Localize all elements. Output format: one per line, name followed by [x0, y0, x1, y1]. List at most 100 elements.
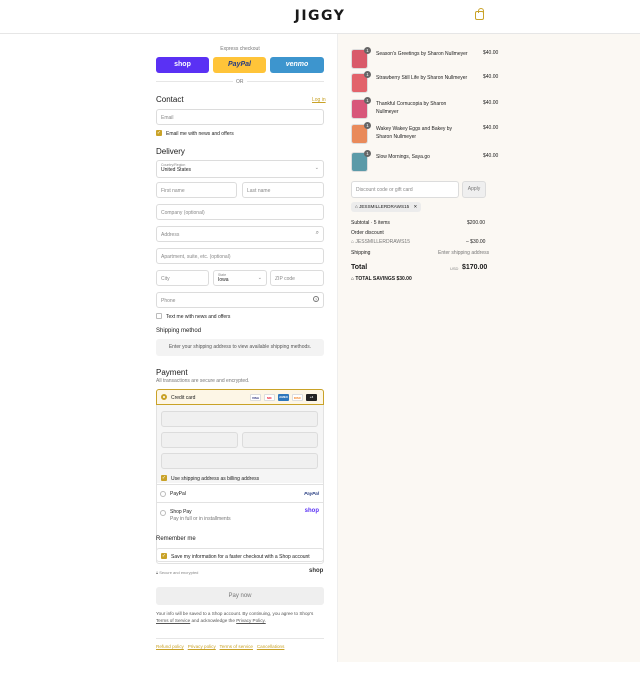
refund-policy-link[interactable]: Refund policy: [156, 644, 184, 649]
order-summary: 1 Season's Greetings by Sharon Nullmeyer…: [337, 34, 640, 662]
payment-heading: Payment: [156, 368, 188, 377]
remove-discount-icon[interactable]: ✕: [413, 204, 417, 209]
subtotal-value: $200.00: [467, 220, 486, 226]
billing-checkbox[interactable]: ✓: [161, 475, 167, 481]
cart-item: 1 Thankful Cornucopia by Sharon Nullmeye…: [351, 97, 498, 121]
cancellations-link[interactable]: Cancellations: [257, 644, 285, 649]
tag-icon: ⌂: [355, 204, 358, 209]
paypal-radio[interactable]: [160, 491, 166, 497]
discover-icon: DISC: [292, 394, 303, 401]
shop-pay-express-button[interactable]: shop: [156, 57, 209, 73]
card-expiry-field[interactable]: [161, 432, 238, 448]
cart-item: 1 Slow Mornings, Saya.go $40.00: [351, 150, 498, 174]
shop-pay-sub: Pay in full or in installments: [170, 516, 231, 522]
country-select[interactable]: Country/Region United States ⌄: [156, 160, 324, 178]
shipping-notice: Enter your shipping address to view avai…: [156, 339, 324, 356]
last-name-field[interactable]: Last name: [242, 182, 324, 198]
privacy-policy-link[interactable]: Privacy policy: [188, 644, 216, 649]
contact-heading: Contact: [156, 95, 184, 104]
paypal-express-button[interactable]: PayPal: [213, 57, 266, 73]
subtotal-label: Subtotal · 5 items: [351, 220, 390, 226]
remember-heading: Remember me: [156, 536, 196, 542]
email-news-checkbox[interactable]: ✓: [156, 130, 162, 136]
item-price: $40.00: [483, 50, 499, 56]
discount-code-field[interactable]: Discount code or gift card: [351, 181, 459, 198]
paypal-option[interactable]: PayPal PayPal: [156, 484, 324, 502]
zip-field[interactable]: ZIP code: [270, 270, 324, 286]
phone-field[interactable]: Phone ?: [156, 292, 324, 308]
login-link[interactable]: Log in: [312, 97, 326, 103]
email-news-label: Email me with news and offers: [166, 131, 234, 137]
chevron-down-icon: ⌄: [314, 165, 319, 171]
item-price: $40.00: [483, 153, 499, 159]
first-name-field[interactable]: First name: [156, 182, 237, 198]
express-checkout-label: Express checkout: [220, 46, 260, 52]
paypal-logo: PayPal: [304, 491, 319, 496]
address-field[interactable]: Address ⌕: [156, 226, 324, 242]
quantity-badge: 1: [364, 47, 371, 54]
card-name-field[interactable]: [161, 453, 318, 469]
or-divider-label: OR: [233, 79, 247, 85]
shipping-method-heading: Shipping method: [156, 328, 202, 334]
cart-bag-icon[interactable]: [475, 8, 484, 20]
text-news-checkbox[interactable]: [156, 313, 162, 319]
savings-amount: $30.00: [396, 276, 412, 282]
save-info-checkbox[interactable]: ✓: [161, 553, 167, 559]
quantity-badge: 1: [364, 122, 371, 129]
company-field[interactable]: Company (optional): [156, 204, 324, 220]
credit-card-label: Credit card: [171, 395, 196, 401]
mastercard-icon: MC: [264, 394, 275, 401]
credit-card-radio[interactable]: [161, 394, 167, 400]
text-news-label: Text me with news and offers: [166, 314, 231, 320]
shipping-value: Enter shipping address: [438, 250, 490, 256]
state-select[interactable]: State Iowa ⌄: [213, 270, 267, 286]
email-field[interactable]: Email: [156, 109, 324, 125]
discount-code-name: JESSMILLERDRAWS15: [355, 239, 410, 245]
discount-amount: – $30.00: [466, 239, 486, 245]
card-cvv-field[interactable]: [242, 432, 318, 448]
apply-button[interactable]: Apply: [462, 181, 486, 198]
chevron-down-icon: ⌄: [257, 275, 262, 281]
cart-item: 1 Strawberry Still Life by Sharon Nullme…: [351, 71, 498, 95]
apartment-field[interactable]: Apartment, suite, etc. (optional): [156, 248, 324, 264]
shop-pay-option[interactable]: Shop Pay Pay in full or in installments …: [156, 502, 324, 528]
card-number-field[interactable]: [161, 411, 318, 427]
legal-text-1: Your info will be saved to a Shop accoun…: [156, 611, 314, 616]
cart-item: 1 Wakey Wakey Eggs and Bakey by Sharon N…: [351, 122, 498, 152]
lock-icon: 🔒︎: [156, 570, 159, 575]
delivery-heading: Delivery: [156, 147, 185, 156]
privacy-link[interactable]: Privacy Policy.: [236, 618, 266, 623]
quantity-badge: 1: [364, 97, 371, 104]
tag-icon: ⌂: [351, 276, 355, 282]
secure-note: 🔒︎ Secure and encrypted: [156, 570, 198, 575]
terms-link[interactable]: Terms of Service: [156, 618, 190, 623]
country-value: United States: [161, 167, 192, 173]
cart-item: 1 Season's Greetings by Sharon Nullmeyer…: [351, 47, 498, 71]
item-name: Thankful Cornucopia by Sharon Nullmeyer: [376, 101, 447, 115]
venmo-express-button[interactable]: venmo: [270, 57, 324, 73]
footer-links: Refund policy Privacy policy Terms of se…: [156, 644, 284, 649]
item-price: $40.00: [483, 74, 499, 80]
city-field[interactable]: City: [156, 270, 209, 286]
item-name: Strawberry Still Life by Sharon Nullmeye…: [376, 75, 468, 81]
item-price: $40.00: [483, 125, 499, 131]
tag-icon: ⌂: [351, 239, 355, 245]
shipping-label: Shipping: [351, 250, 371, 256]
paypal-label: PayPal: [170, 491, 186, 497]
legal-text: Your info will be saved to a Shop accoun…: [156, 610, 324, 624]
discount-tag: ⌂ JESSMILLERDRAWS15 ✕: [351, 202, 422, 212]
total-label: Total: [351, 264, 368, 271]
visa-icon: VISA: [250, 394, 261, 401]
billing-label: Use shipping address as billing address: [171, 476, 260, 482]
item-name: Season's Greetings by Sharon Nullmeyer: [376, 51, 468, 57]
pay-now-button[interactable]: Pay now: [156, 587, 324, 605]
store-logo[interactable]: JIGGY: [0, 8, 640, 24]
terms-of-service-link[interactable]: Terms of service: [220, 644, 253, 649]
credit-card-option[interactable]: Credit card VISA MC AMEX DISC +4: [156, 389, 324, 405]
order-discount-label: Order discount: [351, 230, 384, 236]
help-icon[interactable]: ?: [313, 296, 319, 302]
amex-icon: AMEX: [278, 394, 289, 401]
shop-pay-radio[interactable]: [160, 510, 166, 516]
total-value: $170.00: [462, 264, 488, 271]
address-placeholder: Address: [161, 232, 180, 238]
